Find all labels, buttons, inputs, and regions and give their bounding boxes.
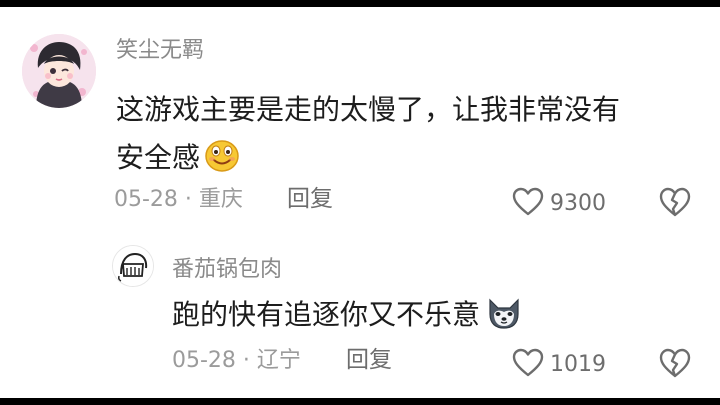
meta-separator: · <box>177 187 199 212</box>
dislike-button[interactable] <box>659 348 691 382</box>
reply-button[interactable]: 回复 <box>287 188 333 211</box>
like-count: 9300 <box>550 190 606 216</box>
comment-section: 笑尘无羁 这游戏主要是走的太慢了，让我非常没有 安全感 05-28 · 重庆 回… <box>0 7 720 398</box>
reply-username[interactable]: 番茄锅包肉 <box>172 259 282 281</box>
comment-text-fragment: 安全感 <box>116 141 201 174</box>
comment-text-line: 跑的快有追逐你又不乐意 <box>172 291 524 345</box>
meta-separator: · <box>235 348 257 373</box>
husky-emoji-icon <box>484 296 524 345</box>
broken-heart-outline-icon <box>659 187 691 221</box>
like-button[interactable]: 9300 <box>512 187 606 220</box>
avatar[interactable] <box>22 34 96 108</box>
heart-outline-icon <box>512 187 544 220</box>
grinning-emoji-icon <box>204 139 240 188</box>
comment-location: 重庆 <box>198 187 243 212</box>
heart-outline-icon <box>512 348 544 381</box>
comment-username[interactable]: 笑尘无羁 <box>116 40 204 62</box>
comment-date: 05-28 <box>114 187 178 212</box>
reply-avatar[interactable] <box>112 245 154 287</box>
comment-date: 05-28 <box>172 348 236 373</box>
anime-avatar-image <box>22 34 96 108</box>
reply-button[interactable]: 回复 <box>346 349 392 372</box>
like-count: 1019 <box>550 351 606 377</box>
broken-heart-outline-icon <box>659 348 691 382</box>
comment-text-fragment: 跑的快有追逐你又不乐意 <box>172 298 481 331</box>
hand-drawn-avatar-image <box>113 246 153 286</box>
dislike-button[interactable] <box>659 187 691 221</box>
comment-meta: 05-28 · 辽宁 <box>172 350 301 372</box>
comment-location: 辽宁 <box>256 348 301 373</box>
comment-text-line: 安全感 <box>116 134 240 188</box>
comment-meta: 05-28 · 重庆 <box>114 189 243 211</box>
comment-text-line: 这游戏主要是走的太慢了，让我非常没有 <box>116 93 621 126</box>
like-button[interactable]: 1019 <box>512 348 606 381</box>
